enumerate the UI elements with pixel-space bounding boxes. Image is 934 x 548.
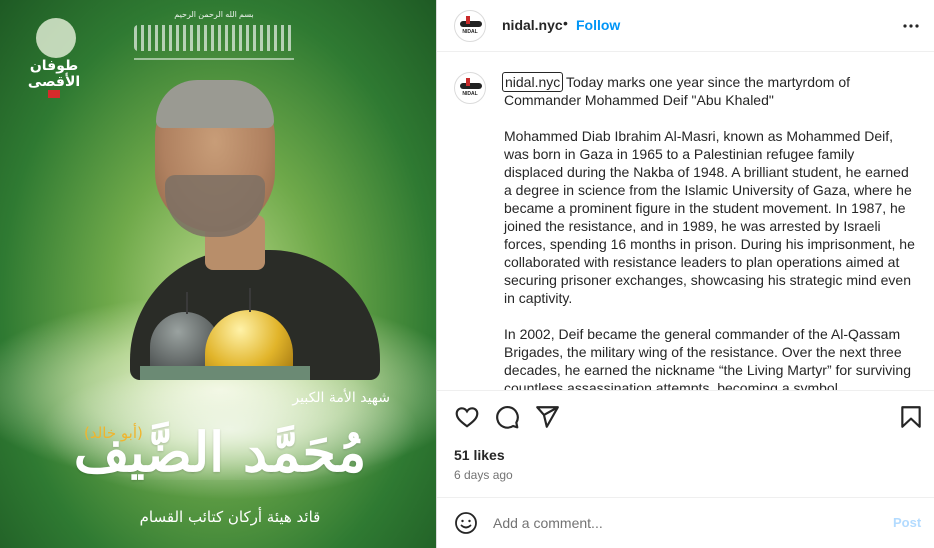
caption-avatar[interactable]: NIDAL [454, 72, 486, 104]
emoji-icon [455, 512, 477, 534]
emoji-button[interactable] [454, 511, 478, 535]
caption-username[interactable]: nidal.nyc [502, 72, 564, 92]
avatar-text: NIDAL [462, 91, 478, 97]
avatar-mark-accent [466, 16, 470, 24]
post-header: NIDAL nidal.nyc • Follow [437, 0, 934, 52]
comment-bar: Post [437, 497, 934, 548]
caption-area: NIDAL Today marks one year since the mar… [437, 52, 934, 390]
post-timestamp[interactable]: 6 days ago [454, 468, 513, 482]
arabic-title: شهيد الأمة الكبير [292, 390, 390, 406]
header-separator: • [563, 15, 568, 31]
avatar-mark [460, 21, 482, 27]
arabic-subtitle: قائد هيئة أركان كتائب القسام [139, 508, 321, 526]
divider [437, 390, 934, 391]
flag-icon [48, 90, 60, 98]
calligraphy-verse [134, 25, 294, 51]
post-sidebar: NIDAL nidal.nyc • Follow NIDAL Today mar… [436, 0, 934, 548]
heart-icon [455, 407, 479, 428]
more-horizontal-icon [903, 24, 919, 28]
likes-count[interactable]: 51 likes [454, 447, 505, 463]
comment-button[interactable] [494, 404, 520, 430]
arabic-name: مُحَمَّد الضَّيف [73, 420, 367, 484]
comment-input[interactable] [493, 512, 873, 534]
action-bar [437, 392, 934, 440]
spire [186, 292, 188, 314]
logo-text: طوفان الأقصى [27, 58, 81, 90]
caption-paragraph: In 2002, Deif became the general command… [504, 326, 911, 390]
caption-text: Today marks one year since the martyrdom… [504, 73, 916, 390]
spire [249, 288, 251, 312]
mosque-base [140, 366, 310, 380]
post-button[interactable]: Post [893, 515, 921, 530]
avatar[interactable]: NIDAL [454, 10, 486, 42]
save-button[interactable] [898, 404, 924, 430]
tufan-logo: طوفان الأقصى [18, 18, 90, 98]
portrait-hair [156, 80, 274, 128]
basmala-text: بسم الله الرحمن الرحيم [174, 10, 254, 19]
bookmark-icon [901, 406, 921, 428]
logo-emblem-icon [36, 18, 76, 58]
calligraphy-banner: بسم الله الرحمن الرحيم [134, 10, 294, 60]
share-button[interactable] [534, 404, 560, 430]
avatar-text: NIDAL [462, 29, 478, 35]
follow-button[interactable]: Follow [576, 17, 620, 33]
more-options-button[interactable] [899, 14, 923, 42]
avatar-mark [460, 83, 482, 89]
comment-icon [496, 406, 519, 429]
header-username[interactable]: nidal.nyc [502, 17, 563, 33]
caption-paragraph: Mohammed Diab Ibrahim Al-Masri, known as… [504, 128, 915, 306]
like-button[interactable] [454, 404, 480, 430]
caption-first-line: Today marks one year since the martyrdom… [504, 74, 851, 108]
send-icon [536, 406, 559, 428]
avatar-mark-accent [466, 78, 470, 86]
post-image[interactable]: طوفان الأقصى بسم الله الرحمن الرحيم شهيد… [0, 0, 436, 548]
